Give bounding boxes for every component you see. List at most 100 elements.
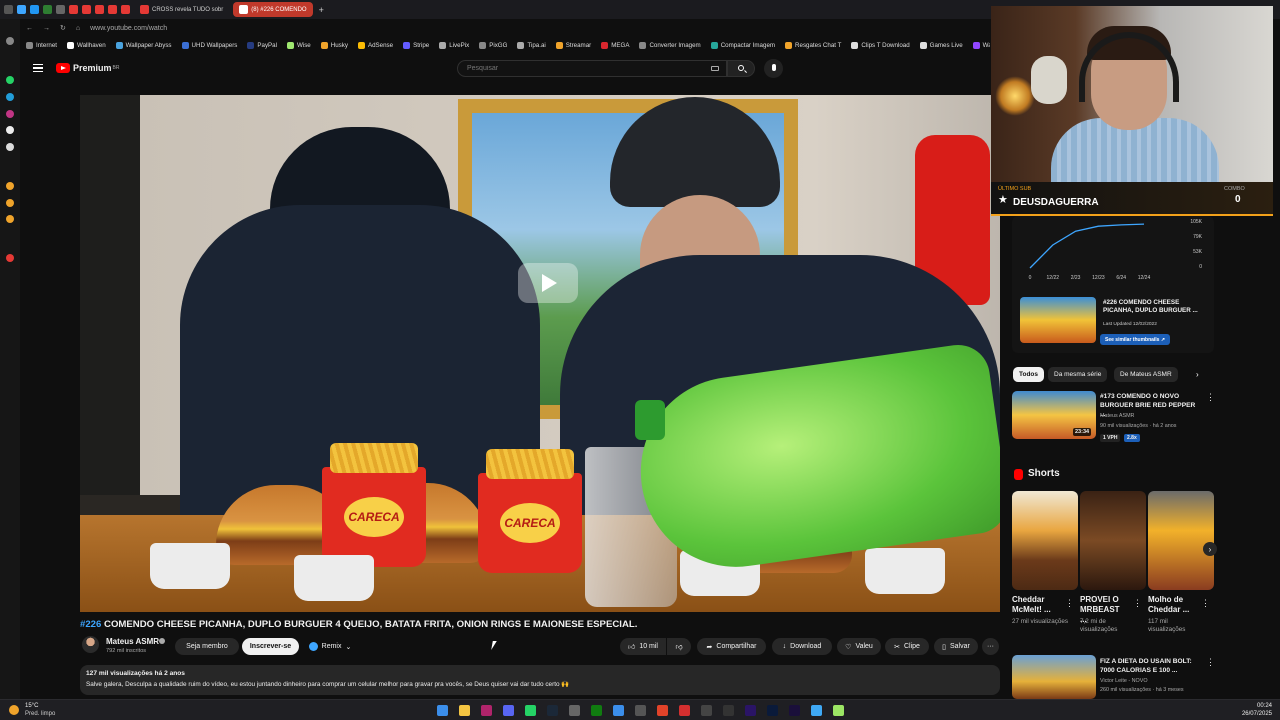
more-vert-icon[interactable]: ⋮ [1206, 392, 1215, 403]
bookmark-item[interactable]: Streamar [555, 41, 591, 49]
app-icon[interactable] [701, 705, 712, 716]
media-encoder-icon[interactable] [789, 705, 800, 716]
recommendation-thumbnail[interactable] [1012, 655, 1096, 699]
weather-icon[interactable] [9, 705, 19, 715]
bookmark-item[interactable]: LivePix [439, 41, 469, 49]
search-input[interactable] [457, 60, 727, 77]
tab-favicon[interactable] [17, 5, 26, 14]
bookmark-item[interactable]: Internet [26, 41, 57, 49]
tab-current-video[interactable]: (8) #226 COMENDO [233, 2, 313, 17]
discord-icon[interactable] [503, 705, 514, 716]
photoshop-icon[interactable] [767, 705, 778, 716]
sidebar-toggle-icon[interactable] [4, 5, 13, 14]
youtube-logo[interactable]: Premium BR [56, 63, 119, 73]
more-actions-button[interactable]: ··· [982, 638, 999, 655]
bookmark-item[interactable]: Converter Imagem [639, 41, 701, 49]
record-icon[interactable] [6, 254, 14, 262]
bookmark-item[interactable]: Wa [972, 41, 990, 49]
more-vert-icon[interactable]: ⋮ [1206, 657, 1215, 668]
video-player[interactable]: CARECA CARECA [80, 95, 1000, 612]
bookmark-item[interactable]: Compactar Imagem [710, 41, 775, 49]
microphone-icon[interactable] [764, 59, 783, 78]
clock-time[interactable]: 00:24 [1230, 703, 1272, 709]
back-icon[interactable]: ← [26, 25, 33, 32]
calculator-icon[interactable] [569, 705, 580, 716]
menu-icon[interactable] [33, 64, 43, 72]
home-icon[interactable]: ⌂ [76, 25, 80, 32]
app-icon[interactable] [811, 705, 822, 716]
join-button[interactable]: Seja membro [175, 638, 239, 655]
settings-icon[interactable] [6, 37, 14, 45]
chip-all[interactable]: Todos [1013, 367, 1045, 382]
xbox-icon[interactable] [591, 705, 602, 716]
file-explorer-icon[interactable] [459, 705, 470, 716]
short-title[interactable]: Molho de Cheddar ... [1148, 595, 1196, 615]
short-thumbnail[interactable] [1080, 491, 1146, 590]
x-icon[interactable] [6, 143, 14, 151]
clock-date[interactable]: 26/07/2025 [1230, 711, 1272, 717]
app-icon[interactable] [613, 705, 624, 716]
premiere-icon[interactable] [745, 705, 756, 716]
steam-icon[interactable] [547, 705, 558, 716]
extensions-icon[interactable] [6, 215, 14, 223]
bookmark-item[interactable]: Clips T Download [851, 41, 910, 49]
channel-name[interactable]: Mateus ASMR [106, 637, 159, 646]
history-icon[interactable] [6, 182, 14, 190]
tiktok-icon[interactable] [6, 126, 14, 134]
like-button[interactable]: 👍︎ 10 mil [620, 638, 666, 655]
description-box[interactable]: 127 mil visualizações há 2 anos Salve ga… [80, 665, 1000, 695]
opera-gx-icon[interactable] [481, 705, 492, 716]
app-icon[interactable] [833, 705, 844, 716]
tab-favicon[interactable] [56, 5, 65, 14]
download-button[interactable]: ↓ Download [772, 638, 832, 655]
windows-start-icon[interactable] [437, 705, 448, 716]
search-button[interactable] [727, 60, 755, 77]
chevron-right-icon[interactable]: › [1203, 542, 1217, 556]
reload-icon[interactable]: ↻ [60, 24, 66, 32]
clip-button[interactable]: ✂ Clipe [885, 638, 929, 655]
recommendation-channel[interactable]: Victor Leite - NOVO [1100, 678, 1148, 684]
dislike-button[interactable]: 👎︎ [667, 638, 691, 655]
chevron-right-icon[interactable]: › [1196, 370, 1199, 379]
app-icon[interactable] [723, 705, 734, 716]
forward-icon[interactable]: → [43, 25, 50, 32]
chip-same-series[interactable]: Da mesma série [1048, 367, 1108, 382]
tab-favicon[interactable] [95, 5, 104, 14]
tab-favicon[interactable] [43, 5, 52, 14]
more-vert-icon[interactable]: ⋮ [1201, 598, 1210, 609]
bookmark-item[interactable]: Games Live [919, 41, 963, 49]
telegram-icon[interactable] [6, 93, 14, 101]
short-thumbnail[interactable] [1148, 491, 1214, 590]
tab-favicon[interactable] [82, 5, 91, 14]
bookmark-item[interactable]: Resgates Chat T [785, 41, 841, 49]
subscribe-button[interactable]: Inscrever-se [242, 638, 299, 655]
bookmark-item[interactable]: Wallhaven [66, 41, 106, 49]
similar-thumbnails-button[interactable]: See similar thumbnails ↗ [1100, 334, 1171, 345]
tab-favicon[interactable] [108, 5, 117, 14]
stats-thumbnail[interactable] [1020, 297, 1096, 343]
recommendation-title[interactable]: FIZ A DIETA DO USAIN BOLT: 7000 CALORIAS… [1100, 657, 1204, 675]
downloads-icon[interactable] [6, 199, 14, 207]
bookmark-item[interactable]: AdSense [357, 41, 393, 49]
more-vert-icon[interactable]: ⋮ [1133, 598, 1142, 609]
bookmark-item[interactable]: PayPal [247, 41, 277, 49]
bookmark-item[interactable]: PixGG [479, 41, 507, 49]
bookmark-item[interactable]: MEGA [601, 41, 629, 49]
whatsapp-icon[interactable] [6, 76, 14, 84]
tab-favicon[interactable] [121, 5, 130, 14]
remix-button[interactable]: Remix ⌄ [305, 638, 355, 655]
bookmark-item[interactable]: Tipa.ai [517, 41, 546, 49]
share-button[interactable]: ➦ Compartilhar [697, 638, 766, 655]
keyboard-icon[interactable] [711, 66, 719, 71]
app-icon[interactable] [679, 705, 690, 716]
tab-cross[interactable]: CROSS revela TUDO sobr [134, 2, 229, 17]
whatsapp-icon[interactable] [525, 705, 536, 716]
bookmark-item[interactable]: Husky [320, 41, 348, 49]
more-vert-icon[interactable]: ⋮ [1065, 598, 1074, 609]
app-icon[interactable] [657, 705, 668, 716]
short-thumbnail[interactable] [1012, 491, 1078, 590]
url-field[interactable]: www.youtube.com/watch [90, 25, 167, 32]
short-title[interactable]: Cheddar McMelt! ... [1012, 595, 1060, 615]
tab-favicon[interactable] [30, 5, 39, 14]
new-tab-icon[interactable]: + [319, 5, 324, 15]
